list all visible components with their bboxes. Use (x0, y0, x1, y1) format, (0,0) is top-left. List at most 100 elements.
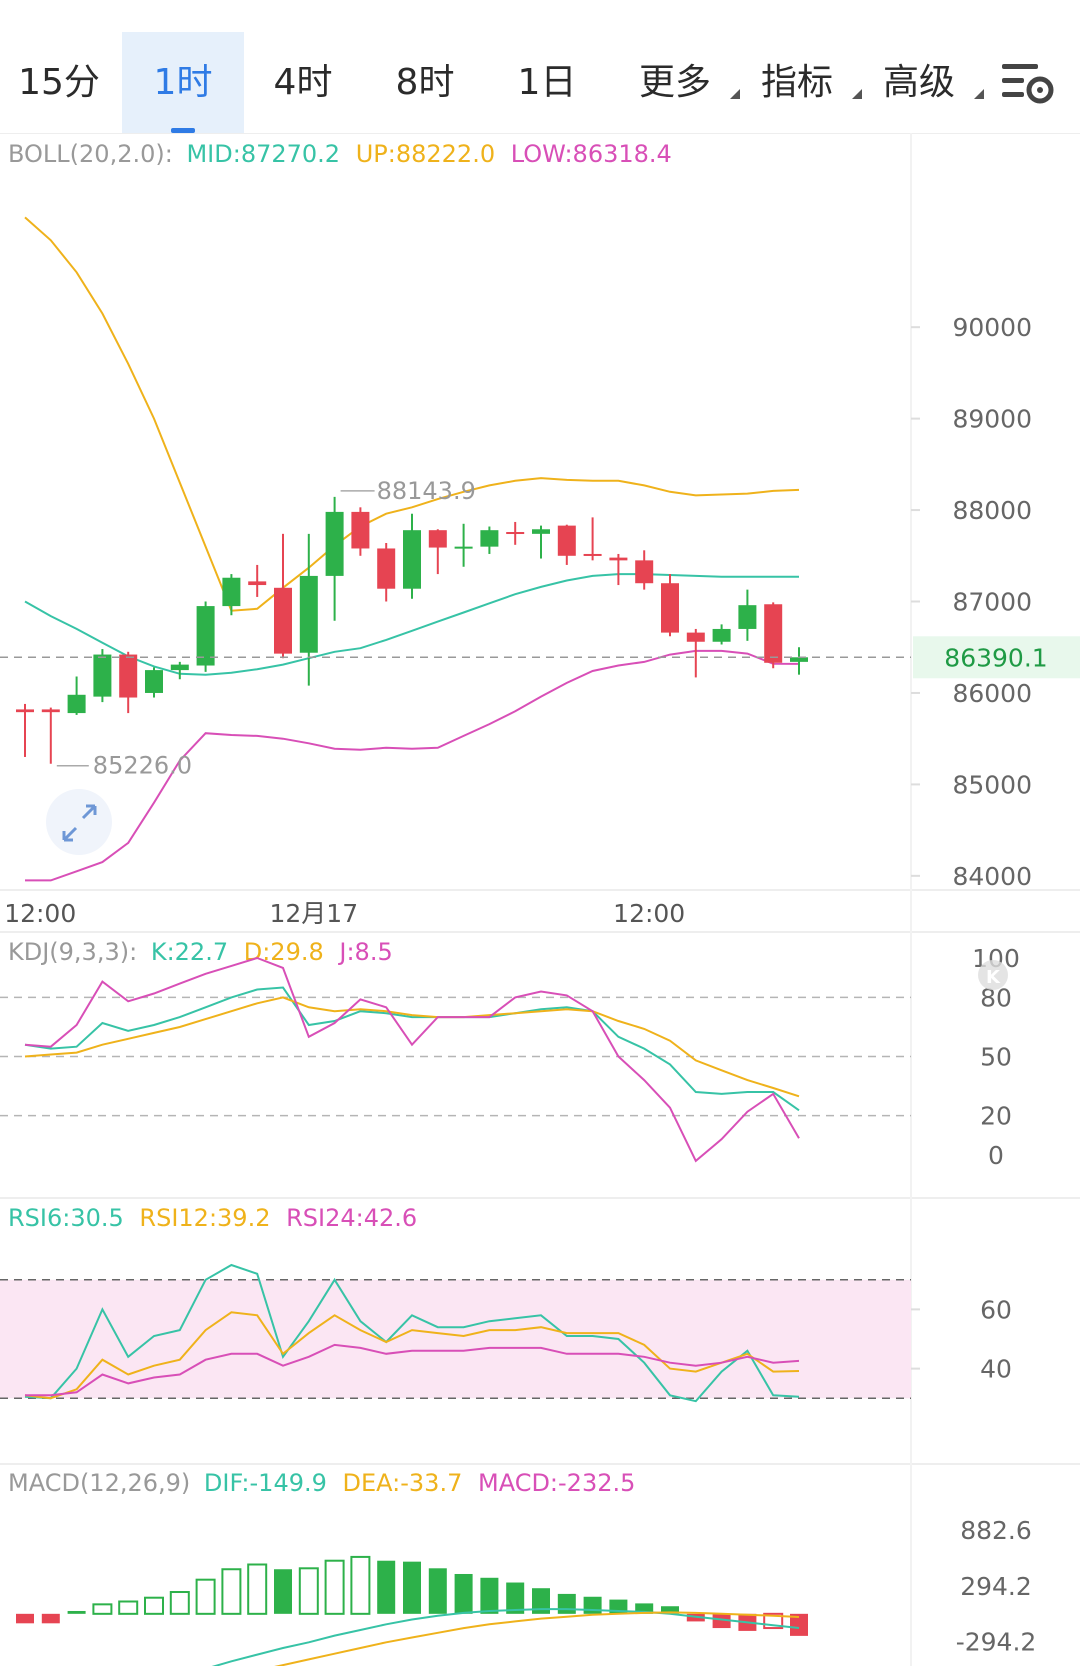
macd-histogram-bar (118, 1600, 139, 1615)
macd-histogram-bar (350, 1555, 371, 1615)
kdj-legend-k: K:22.7 (151, 938, 228, 966)
candle-body (377, 548, 396, 589)
macd-histogram-bar (92, 1603, 113, 1615)
boll-legend-mid: MID:87270.2 (186, 140, 340, 168)
candle-body (454, 546, 473, 549)
candle-body (506, 532, 525, 535)
candle-body (351, 511, 370, 549)
candle-body (274, 587, 292, 654)
macd-histogram-bar (324, 1559, 345, 1615)
low-price-label: 85226.0 (93, 752, 192, 780)
macd-histogram-bar (169, 1591, 190, 1615)
macd-histogram-bar (403, 1561, 421, 1614)
macd-histogram-bar (16, 1613, 34, 1624)
price-ytick-label: 85000 (952, 770, 1032, 799)
candle-body (16, 709, 34, 713)
candle-body (764, 604, 783, 663)
rsi-legend-rsi24: RSI24:42.6 (286, 1204, 417, 1232)
candle-body (686, 632, 705, 642)
rsi-panel: RSI6:30.5 RSI12:39.2 RSI24:42.6 60 40 (0, 1204, 1012, 1403)
candle-body (119, 654, 138, 698)
kdj-k-line (24, 986, 800, 1112)
rsi-ytick-label: 60 (980, 1295, 1012, 1324)
time-axis-label: 12:00 (613, 899, 685, 928)
candle-body (67, 694, 86, 714)
macd-legend-dif: DIF:-149.9 (204, 1469, 327, 1497)
candle-body (557, 525, 576, 556)
candle-body (712, 628, 731, 642)
macd-histogram-bar (583, 1596, 602, 1614)
candle-body (583, 553, 602, 556)
candle-body (635, 560, 654, 584)
price-ytick-label: 86000 (952, 679, 1032, 708)
candle-body (403, 530, 421, 589)
candle-body (248, 581, 267, 586)
price-panel: BOLL(20,2.0): MID:87270.2 UP:88222.0 LOW… (0, 140, 1080, 928)
macd-histogram-bar (454, 1573, 473, 1614)
fullscreen-button-bg (46, 789, 112, 855)
macd-histogram-bar (41, 1613, 60, 1624)
price-ytick-label: 90000 (952, 313, 1032, 342)
boll-legend-up: UP:88222.0 (356, 140, 495, 168)
kdj-d-line (24, 996, 800, 1098)
macd-histogram-bar (428, 1568, 447, 1614)
macd-histogram-bar (195, 1578, 216, 1615)
candle-body (222, 577, 241, 607)
macd-histogram-bar (557, 1593, 576, 1614)
rsi-legend-rsi6: RSI6:30.5 (8, 1204, 124, 1232)
rsi-legend: RSI6:30.5 RSI12:39.2 RSI24:42.6 (8, 1204, 417, 1232)
candle-body (428, 530, 447, 548)
macd-legend-macd: MACD:-232.5 (478, 1469, 635, 1497)
boll-legend-low: LOW:86318.4 (511, 140, 672, 168)
candle-body (145, 670, 163, 693)
price-ytick-label: 84000 (952, 862, 1032, 891)
rsi-legend-rsi12: RSI12:39.2 (139, 1204, 270, 1232)
kdj-legend-name: KDJ(9,3,3): (8, 938, 137, 966)
macd-ytick-label: 882.6 (960, 1516, 1032, 1545)
candle-body (41, 709, 60, 713)
macd-histogram-bar (247, 1563, 268, 1615)
macd-histogram-bar (144, 1596, 164, 1615)
candle-body (325, 511, 344, 576)
high-price-label: 88143.9 (377, 477, 476, 505)
macd-legend-dea: DEA:-33.7 (343, 1469, 463, 1497)
macd-histogram-bar (377, 1560, 396, 1614)
kdj-ytick-label: 20 (980, 1102, 1012, 1131)
kdj-j-line (24, 956, 800, 1163)
candle-body (738, 605, 757, 629)
candle-body (93, 654, 112, 697)
candle-body (480, 530, 499, 547)
rsi-ytick-label: 40 (980, 1355, 1012, 1384)
macd-histogram-bar (274, 1569, 292, 1614)
candle-body (661, 583, 679, 633)
kdj-ytick-label: 50 (980, 1043, 1012, 1072)
time-axis-label: 12:00 (4, 899, 76, 928)
candle-body (609, 557, 628, 561)
kdj-legend-j: J:8.5 (337, 938, 392, 966)
macd-histogram-bar (298, 1567, 319, 1615)
macd-histogram-bar (221, 1568, 242, 1615)
macd-legend: MACD(12,26,9) DIF:-149.9 DEA:-33.7 MACD:… (8, 1469, 635, 1497)
macd-legend-name: MACD(12,26,9) (8, 1469, 190, 1497)
chart-area[interactable]: BOLL(20,2.0): MID:87270.2 UP:88222.0 LOW… (0, 0, 1080, 1666)
time-axis-label: 12月17 (269, 899, 358, 928)
boll-legend: BOLL(20,2.0): MID:87270.2 UP:88222.0 LOW… (8, 140, 672, 168)
candle-body (299, 575, 318, 653)
kdj-legend-d: D:29.8 (244, 938, 324, 966)
boll-legend-name: BOLL(20,2.0): (8, 140, 173, 168)
macd-ytick-label: 294.2 (960, 1572, 1032, 1601)
price-ytick-label: 88000 (952, 496, 1032, 525)
candle-body (532, 529, 550, 534)
price-ytick-label: 87000 (952, 588, 1032, 617)
macd-ytick-label: -294.2 (956, 1628, 1037, 1657)
chart-badge-icon: K (978, 960, 1008, 990)
price-ytick-label: 89000 (952, 405, 1032, 434)
macd-histogram-bar (480, 1577, 499, 1614)
macd-panel: MACD(12,26,9) DIF:-149.9 DEA:-33.7 MACD:… (8, 1469, 1036, 1666)
kdj-legend: KDJ(9,3,3): K:22.7 D:29.8 J:8.5 (8, 938, 393, 966)
kdj-ytick-label: 0 (988, 1141, 1004, 1170)
svg-text:K: K (986, 967, 1001, 988)
kdj-panel: KDJ(9,3,3): K:22.7 D:29.8 J:8.5 10080502… (0, 938, 1020, 1170)
candle-body (170, 664, 189, 671)
fullscreen-toggle-button[interactable] (46, 789, 112, 855)
